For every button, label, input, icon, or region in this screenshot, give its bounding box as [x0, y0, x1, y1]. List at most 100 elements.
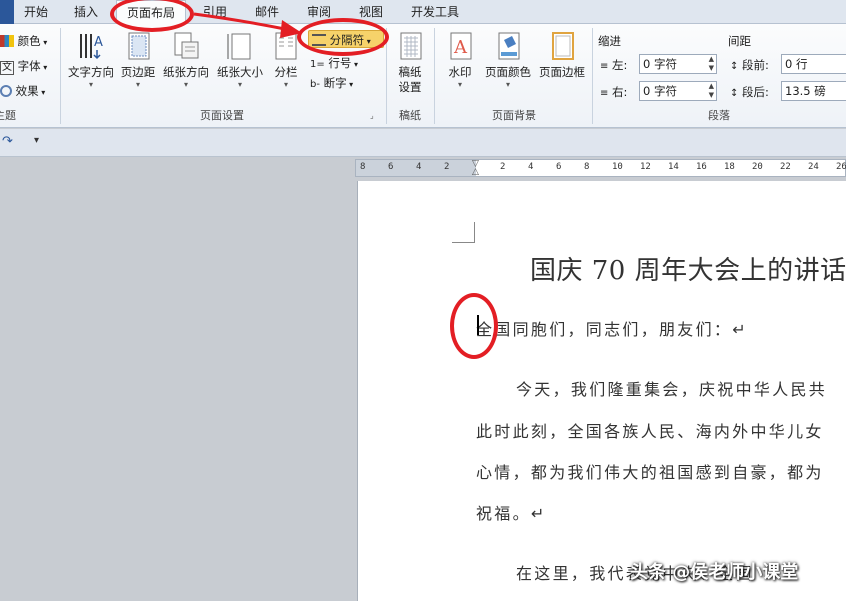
watermark-button[interactable]: A 水印 ▾	[442, 30, 478, 90]
theme-fonts-label: 字体	[17, 59, 41, 73]
document-greeting: 全国同胞们，同志们，朋友们：↵	[476, 320, 748, 339]
spacing-title: 间距	[728, 34, 751, 48]
spinner-arrows-icon[interactable]: ▲ ▼	[709, 55, 714, 73]
dropdown-arrow-icon: ▾	[457, 80, 462, 89]
ruler-tick-label: 2	[444, 162, 450, 172]
page-borders-button[interactable]: 页面边框	[536, 30, 588, 80]
spacing-after-icon: ↕	[730, 88, 739, 99]
file-tab[interactable]	[0, 0, 14, 24]
dropdown-arrow-icon: ▾	[183, 80, 188, 89]
ruler-tick-label: 4	[416, 162, 422, 172]
page-color-label: 页面颜色	[485, 65, 531, 79]
theme-fonts-button[interactable]: 文 字体 ▾	[0, 57, 47, 75]
size-label: 纸张大小	[217, 65, 263, 79]
ruler-tick-label: 10	[612, 162, 623, 172]
tab-home[interactable]: 开始	[16, 0, 56, 24]
orientation-label: 纸张方向	[163, 65, 209, 79]
ruler-tick-label: 6	[556, 162, 562, 172]
redo-icon[interactable]: ↷	[2, 134, 13, 149]
indent-right-icon: ≡	[600, 88, 609, 99]
spacing-before-label: ↕ 段前:	[730, 58, 769, 72]
page-borders-icon	[552, 32, 574, 60]
indent-left-input[interactable]: 0 字符 ▲ ▼	[639, 54, 717, 74]
document-paragraph-line: 今天，我们隆重集会，庆祝中华人民共	[516, 380, 828, 399]
margins-button[interactable]: 页边距 ▾	[118, 30, 158, 90]
spinner-arrows-icon[interactable]: ▲ ▼	[709, 82, 714, 100]
line-numbers-button[interactable]: 1= 行号 ▾	[310, 54, 358, 72]
hyphenation-button[interactable]: b- 断字 ▾	[310, 74, 353, 92]
dropdown-arrow-icon: ▾	[283, 80, 288, 89]
document-paragraph-line: 祝福。↵	[476, 504, 547, 523]
document-paragraph-line: 此时此刻，全国各族人民、海内外中华儿女	[476, 422, 824, 441]
annotation-circle-cursor	[450, 293, 498, 359]
hyphenation-icon: b-	[310, 79, 320, 90]
indent-right-input[interactable]: 0 字符 ▲ ▼	[639, 81, 717, 101]
tab-developer[interactable]: 开发工具	[404, 0, 466, 24]
manuscript-settings-button[interactable]: 稿纸设置	[390, 30, 430, 95]
dropdown-arrow-icon: ▾	[88, 80, 93, 89]
customize-toolbar-icon[interactable]: ▾	[34, 135, 39, 146]
text-direction-icon: A	[80, 34, 103, 60]
dropdown-arrow-icon: ▾	[135, 80, 140, 89]
manuscript-icon	[400, 32, 422, 60]
page-setup-group-label: 页面设置	[200, 109, 244, 122]
theme-effects-button[interactable]: 效果 ▾	[0, 82, 45, 100]
spacing-after-input[interactable]: 13.5 磅	[781, 81, 846, 101]
effects-icon	[0, 85, 12, 97]
paragraph-group-label: 段落	[708, 109, 730, 122]
manuscript-group-label: 稿纸	[399, 109, 421, 122]
group-divider	[592, 28, 593, 124]
page-color-button[interactable]: 页面颜色 ▾	[482, 30, 534, 90]
watermark-label: 水印	[448, 65, 472, 79]
tab-insert[interactable]: 插入	[66, 0, 106, 24]
dropdown-arrow-icon: ▾	[237, 80, 242, 89]
indent-left-label: ≡ 左:	[600, 58, 628, 72]
watermark-icon: A	[450, 32, 472, 60]
page-setup-launcher-icon[interactable]: ⌟	[370, 111, 374, 120]
ruler-tick-label: 4	[528, 162, 534, 172]
margins-label: 页边距	[120, 65, 156, 79]
theme-colors-label: 颜色	[17, 34, 41, 48]
dropdown-arrow-icon: ▾	[505, 80, 510, 89]
text-direction-button[interactable]: A 文字方向 ▾	[66, 30, 116, 90]
ruler-tick-label: 6	[388, 162, 394, 172]
indent-right-label: ≡ 右:	[600, 85, 628, 99]
ruler-tick-label: 8	[360, 162, 366, 172]
line-numbers-icon: 1=	[310, 59, 325, 70]
ruler-tick-label: 18	[724, 162, 735, 172]
document-paragraph-line: 心情，都为我们伟大的祖国感到自豪，都为	[476, 463, 824, 482]
text-direction-label: 文字方向	[68, 65, 114, 79]
document-title: 国庆 70 周年大会上的讲话	[530, 256, 846, 286]
spacing-before-input[interactable]: 0 行	[781, 54, 846, 74]
columns-label: 分栏	[274, 65, 298, 79]
ruler-tick-label: 22	[780, 162, 791, 172]
ruler-tick-label: 24	[808, 162, 819, 172]
indent-marker-icon[interactable]: ▽ △	[472, 160, 479, 177]
group-divider	[60, 28, 61, 124]
spacing-after-label: ↕ 段后:	[730, 85, 769, 99]
theme-effects-label: 效果	[15, 84, 39, 98]
svg-text:A: A	[94, 35, 103, 50]
margin-corner-mark	[452, 222, 475, 243]
manuscript-settings-label: 稿纸设置	[398, 65, 422, 94]
group-divider	[434, 28, 435, 124]
fonts-icon: 文	[0, 61, 14, 75]
ruler-tick-label: 12	[640, 162, 651, 172]
svg-text:A: A	[453, 37, 468, 58]
margins-icon	[128, 32, 150, 60]
ribbon: 颜色 ▾ 文 字体 ▾ 效果 ▾ 主题 A 文字方向 ▾ 页边距 ▾	[0, 24, 846, 128]
annotation-circle-breaks	[297, 18, 389, 56]
ruler-tick-label: 26	[836, 162, 846, 172]
theme-colors-button[interactable]: 颜色 ▾	[0, 32, 47, 50]
theme-group-label: 主题	[0, 109, 16, 122]
spacing-before-icon: ↕	[730, 61, 739, 72]
horizontal-ruler[interactable]: ▽ △ 8 6 4 2 2 4 6 8 10 12 14 16 18 20 22 24 26	[355, 159, 846, 177]
line-numbers-label: 行号	[328, 56, 352, 70]
page-borders-label: 页面边框	[539, 65, 585, 79]
ruler-tick-label: 14	[668, 162, 679, 172]
annotation-arrow	[193, 12, 302, 38]
indent-left-icon: ≡	[600, 61, 609, 72]
page-color-icon	[498, 32, 520, 60]
ruler-tick-label: 20	[752, 162, 763, 172]
ruler-tick-label: 8	[584, 162, 590, 172]
